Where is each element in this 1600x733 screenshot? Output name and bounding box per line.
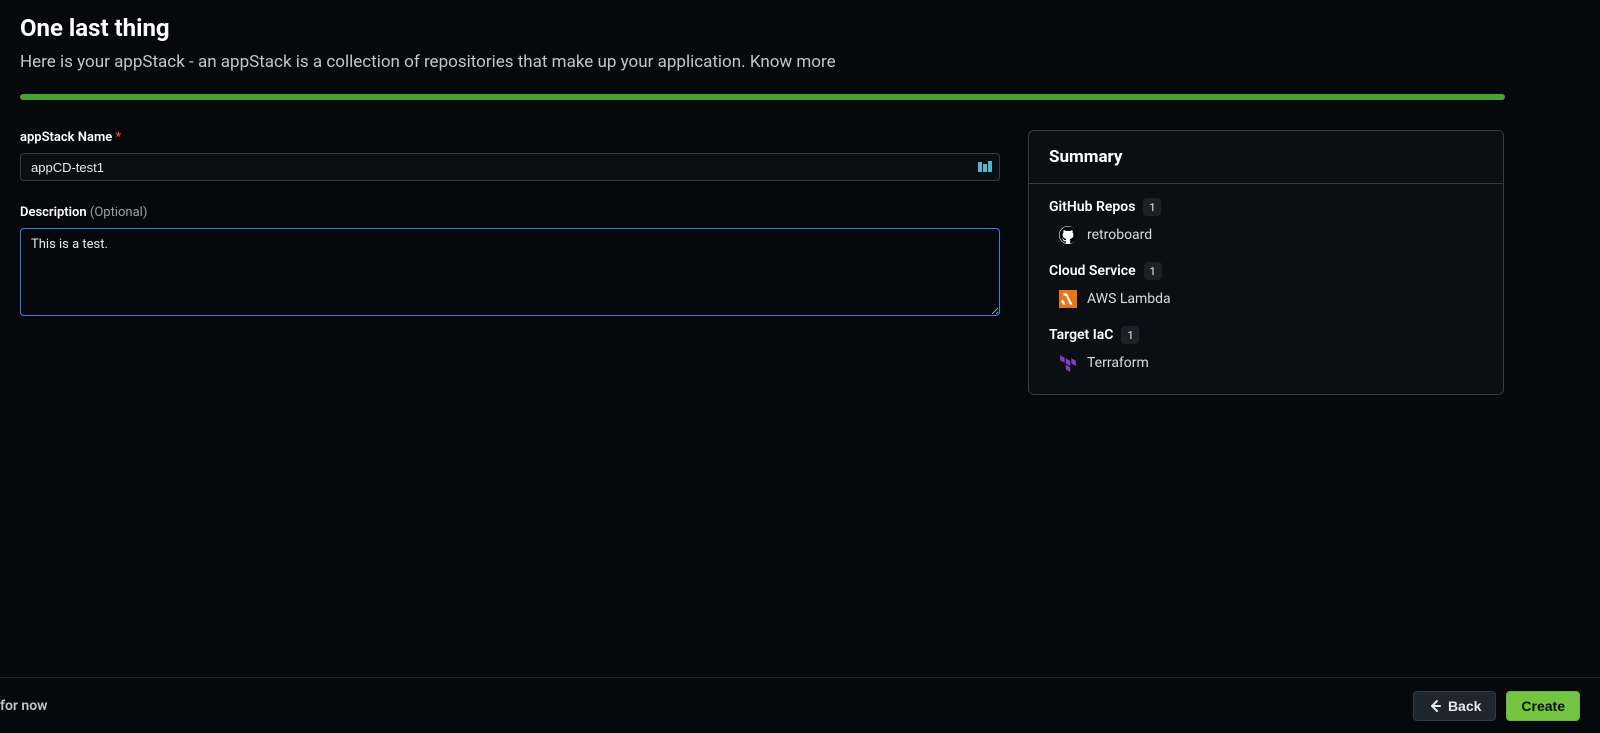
create-button[interactable]: Create xyxy=(1506,691,1580,721)
summary-title: Summary xyxy=(1029,131,1503,184)
summary-section-target-iac: Target IaC 1 Terraform xyxy=(1049,326,1483,372)
aws-lambda-icon xyxy=(1059,290,1077,308)
summary-item-aws-lambda: AWS Lambda xyxy=(1049,290,1483,308)
count-badge: 1 xyxy=(1121,326,1139,344)
summary-item-name: retroboard xyxy=(1087,227,1152,243)
summary-item-terraform: Terraform xyxy=(1049,354,1483,372)
optional-indicator: (Optional) xyxy=(90,205,147,220)
summary-section-label: Target IaC xyxy=(1049,327,1113,343)
description-textarea[interactable] xyxy=(20,228,1000,316)
required-indicator: * xyxy=(115,130,121,145)
appstack-name-input[interactable] xyxy=(20,153,1000,181)
terraform-icon xyxy=(1059,354,1077,372)
github-icon xyxy=(1059,226,1077,244)
summary-item-retroboard: retroboard xyxy=(1049,226,1483,244)
progress-bar xyxy=(20,94,1505,100)
summary-item-name: AWS Lambda xyxy=(1087,291,1171,307)
skip-link[interactable]: for now xyxy=(0,698,48,714)
arrow-left-icon xyxy=(1428,699,1442,713)
page-subtitle: Here is your appStack - an appStack is a… xyxy=(20,52,1580,72)
appstack-name-label: appStack Name * xyxy=(20,130,1000,145)
know-more-link[interactable]: Know more xyxy=(750,52,836,72)
summary-section-label: GitHub Repos xyxy=(1049,199,1135,215)
description-label: Description (Optional) xyxy=(20,205,1000,220)
back-button[interactable]: Back xyxy=(1413,691,1496,721)
password-manager-icon[interactable] xyxy=(978,159,992,173)
summary-section-github-repos: GitHub Repos 1 retroboard xyxy=(1049,198,1483,244)
summary-section-label: Cloud Service xyxy=(1049,263,1136,279)
subtitle-text: Here is your appStack - an appStack is a… xyxy=(20,52,750,72)
count-badge: 1 xyxy=(1143,198,1161,216)
summary-card: Summary GitHub Repos 1 retroboard xyxy=(1028,130,1504,395)
count-badge: 1 xyxy=(1144,262,1162,280)
page-title: One last thing xyxy=(20,14,1580,42)
summary-item-name: Terraform xyxy=(1087,355,1149,371)
footer-bar: for now Back Create xyxy=(0,677,1600,733)
summary-section-cloud-service: Cloud Service 1 AWS Lambda xyxy=(1049,262,1483,308)
